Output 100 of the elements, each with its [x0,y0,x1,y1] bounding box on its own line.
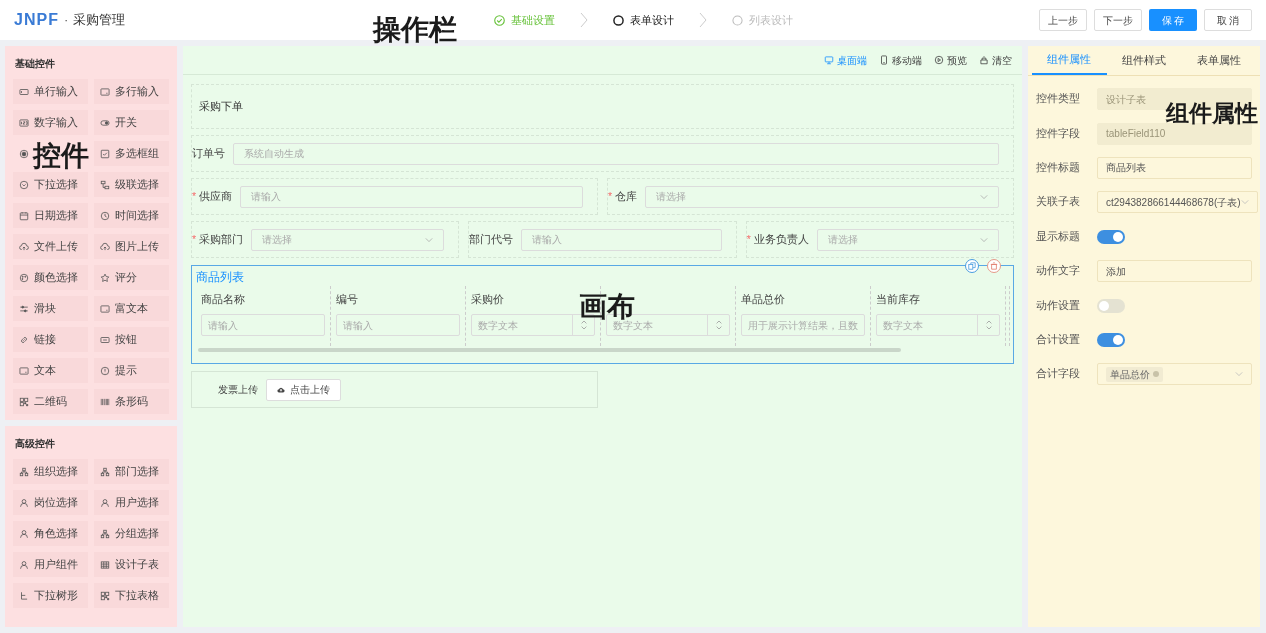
tab[interactable]: 组件样式 [1106,46,1182,75]
palette-item[interactable]: 条形码 [94,389,169,414]
scrollbar[interactable] [198,348,901,352]
toggle-switch[interactable] [1097,332,1125,347]
section-title: 高级控件 [14,437,56,451]
field-label: 业务负责人 [753,231,809,247]
palette-item[interactable]: 日期选择 [13,203,88,228]
number-box-icon [19,117,29,128]
column-header: 采购价 [471,292,504,308]
radio-icon [19,148,29,159]
delete-icon[interactable] [987,259,1001,273]
required-asterisk: * [608,188,613,204]
toggle-switch[interactable] [1097,229,1125,244]
page-title: 采购管理 [73,11,126,30]
input-box-icon [19,86,29,97]
tab[interactable]: 表单属性 [1181,46,1256,75]
palette-item[interactable]: 下拉选择 [13,172,88,197]
step-label: 列表设计 [749,12,793,28]
annotation-label: 操作栏 [373,14,457,46]
separator-dot: · [63,11,69,30]
upload-button[interactable]: 点击上传 [266,378,341,401]
button[interactable]: 上一步 [1039,9,1087,31]
hierarchy-icon [100,179,110,190]
palette-item[interactable]: 单行输入 [13,79,88,104]
select-field[interactable]: 单品总价 [1097,363,1252,386]
palette-item[interactable]: 文件上传 [13,234,88,259]
info-icon [100,365,110,376]
field-label: 控件标题 [1036,160,1081,176]
palette-item[interactable]: 提示 [94,358,169,383]
palette-icon [19,272,29,283]
field-label: 动作文字 [1036,263,1081,279]
palette-item[interactable]: 多选框组 [94,141,169,166]
palette-item[interactable]: 级联选择 [94,172,169,197]
sliders-icon [19,303,29,314]
palette-item[interactable]: 链接 [13,327,88,352]
field-label: 显示标题 [1036,228,1081,244]
clock-icon [100,210,110,221]
palette-item[interactable]: 滑块 [13,296,88,321]
button[interactable]: 下一步 [1094,9,1142,31]
chevron-down-icon [980,235,988,244]
palette-item[interactable]: 多行输入 [94,79,169,104]
chevron-circle-icon [19,179,29,190]
field-label: 部门代号 [469,231,514,247]
tag-close-icon[interactable] [1153,371,1159,378]
palette-item[interactable]: 用户组件 [13,552,88,577]
org-chart-icon [19,466,29,477]
required-asterisk: * [192,188,197,204]
palette-item[interactable]: 用户选择 [94,490,169,515]
frame-icon [100,303,110,314]
palette-item[interactable]: 数字输入 [13,110,88,135]
toggle-switch[interactable] [1097,298,1125,313]
toolbar-button[interactable]: 清空 [979,52,1012,68]
palette-item[interactable]: 组织选择 [13,459,88,484]
palette-item[interactable]: 下拉表格 [94,583,169,608]
select-field[interactable]: ct294382866144468678(子表) [1097,191,1258,214]
palette-item[interactable]: 时间选择 [94,203,169,228]
user-icon [19,528,29,539]
palette-item[interactable]: 评分 [94,265,169,290]
palette-item[interactable]: 岗位选择 [13,490,88,515]
step-label: 基础设置 [511,12,555,28]
check-circle-icon [494,14,505,26]
field-label: 发票上传 [217,383,259,397]
palette-item[interactable]: 富文本 [94,296,169,321]
button[interactable]: 取 消 [1204,9,1252,31]
chevron-down-icon [1240,198,1249,207]
palette-item[interactable]: 下拉树形 [13,583,88,608]
play-circle-icon [934,55,944,65]
palette-item[interactable]: 文本 [13,358,88,383]
bin-icon [979,55,989,65]
palette-item[interactable]: 开关 [94,110,169,135]
checkbox-icon [100,148,110,159]
field-label: 关联子表 [1036,194,1081,210]
field-label: 合计设置 [1036,332,1081,348]
toolbar-button[interactable]: 预览 [934,52,967,68]
required-asterisk: * [192,231,197,247]
chevron-down-icon [425,235,434,244]
cloud-upload-icon [277,385,285,394]
circle-icon [732,14,743,26]
table-icon [100,559,110,570]
input-field[interactable]: 添加 [1097,260,1252,283]
palette-item[interactable]: 图片上传 [94,234,169,259]
input-field[interactable]: 商品列表 [1097,156,1252,179]
tag[interactable]: 单品总价 [1106,366,1163,382]
palette-item[interactable]: 颜色选择 [13,265,88,290]
field-label: 控件类型 [1036,91,1081,107]
palette-item[interactable]: 角色选择 [13,521,88,546]
palette-item[interactable]: 分组选择 [94,521,169,546]
step[interactable]: 表单设计 [613,11,674,29]
palette-item[interactable]: 二维码 [13,389,88,414]
chevron-icon [579,12,589,28]
palette-item[interactable]: 按钮 [94,327,169,352]
copy-icon[interactable] [965,259,979,273]
monitor-icon [824,55,834,65]
toolbar-button[interactable]: 移动端 [879,52,922,68]
table-title: 商品列表 [196,269,245,286]
palette-item[interactable]: 设计子表 [94,552,169,577]
field-label: 订单号 [192,145,225,161]
field-label: 控件字段 [1036,125,1081,141]
palette-item[interactable]: 部门选择 [94,459,169,484]
tree-icon [19,590,29,601]
